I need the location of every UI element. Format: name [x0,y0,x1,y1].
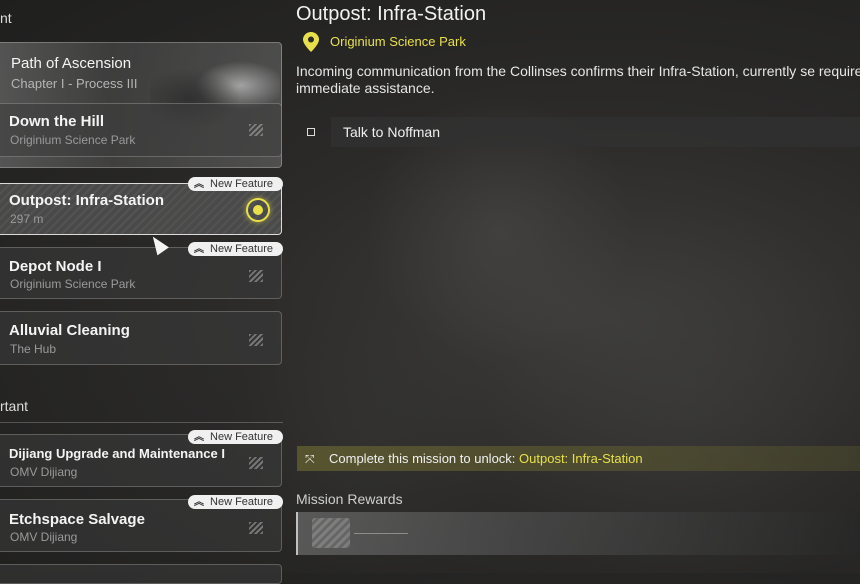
section-divider [0,422,283,423]
objective-row: Talk to Noffman [331,117,860,147]
double-chevron-up-icon: ︽ [194,244,205,255]
mission-type-mark-icon [249,334,263,346]
double-chevron-up-icon: ︽ [194,179,205,190]
hero-title: Path of Ascension [11,55,132,72]
mission-type-mark-icon [249,270,263,282]
section-header-current: nt [0,10,12,26]
unlock-arrows-icon: ⤧ [305,452,315,466]
new-feature-badge: ︽ New Feature [188,242,283,256]
mission-card-subtitle: Originium Science Park [10,277,136,291]
new-feature-badge: ︽ New Feature [188,495,283,509]
objective-text: Talk to Noffman [343,124,441,140]
map-pin-icon [303,32,319,52]
unlock-target: Outpost: Infra-Station [519,451,643,466]
mission-location-text: Originium Science Park [330,34,466,49]
mission-type-mark-icon [249,457,263,469]
new-feature-badge: ︽ New Feature [188,177,283,191]
mission-rewards-strip [296,512,860,555]
unlock-prefix: Complete this mission to unlock: [329,451,520,466]
double-chevron-up-icon: ︽ [194,497,205,508]
mission-card-title: Depot Node I [9,258,102,275]
reward-divider [354,533,408,534]
badge-label: New Feature [210,431,273,443]
badge-label: New Feature [210,178,273,190]
mission-card-alluvial-cleaning[interactable]: Alluvial Cleaning The Hub [0,311,282,365]
mission-rewards-label: Mission Rewards [296,491,403,507]
mission-type-mark-icon [249,522,263,534]
mission-card-title: Outpost: Infra-Station [9,192,164,209]
mission-card-subtitle: Originium Science Park [10,133,136,147]
section-header-important: rtant [0,398,29,414]
mission-card-title: Down the Hill [9,113,104,130]
mission-card-down-the-hill[interactable]: Down the Hill Originium Science Park [0,103,282,157]
hero-subtitle: Chapter I - Process III [11,76,138,91]
mission-card-subtitle: 297 m [10,212,44,226]
new-feature-badge: ︽ New Feature [188,430,283,444]
mission-card-subtitle: The Hub [10,342,57,356]
mission-list-panel: nt Path of Ascension Chapter I - Process… [0,0,285,584]
badge-label: New Feature [210,496,273,508]
reward-item-icon[interactable] [312,518,350,548]
mission-card-title: Alluvial Cleaning [9,322,130,339]
unlock-text: Complete this mission to unlock: Outpost… [329,451,643,466]
mission-card-partial[interactable] [0,564,282,584]
mission-card-subtitle: OMV Dijiang [10,465,78,479]
mission-card-title: Etchspace Salvage [9,511,145,528]
mission-title: Outpost: Infra-Station [296,3,487,25]
objective-checkbox-icon [307,128,315,136]
mission-card-title: Dijiang Upgrade and Maintenance I [9,446,225,461]
mission-card-subtitle: OMV Dijiang [10,530,78,544]
badge-label: New Feature [210,243,273,255]
tracking-target-icon [246,198,270,222]
unlock-banner: ⤧ Complete this mission to unlock: Outpo… [297,446,860,471]
mission-type-mark-icon [249,124,263,136]
double-chevron-up-icon: ︽ [194,432,205,443]
mission-description: Incoming communication from the Collinse… [296,63,860,96]
